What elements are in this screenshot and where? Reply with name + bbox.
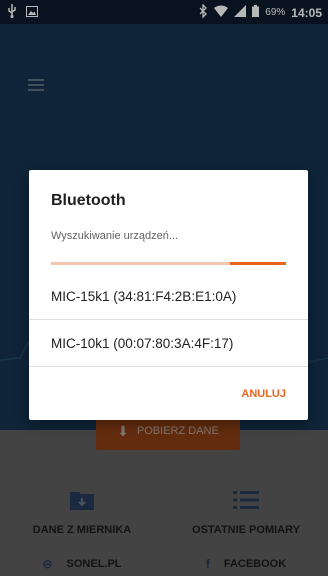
search-progress-fill <box>229 262 286 265</box>
device-list-item[interactable]: MIC-15k1 (34:81:F4:2B:E1:0A) <box>29 274 308 320</box>
dialog-title: Bluetooth <box>51 192 126 209</box>
bluetooth-dialog: Bluetooth Wyszukiwanie urządzeń... MIC-1… <box>29 170 308 420</box>
device-list-item[interactable]: MIC-10k1 (00:07:80:3A:4F:17) <box>29 321 308 367</box>
cancel-button[interactable]: ANULUJ <box>241 388 286 400</box>
search-progress-bar <box>51 262 286 265</box>
searching-message: Wyszukiwanie urządzeń... <box>51 230 179 242</box>
